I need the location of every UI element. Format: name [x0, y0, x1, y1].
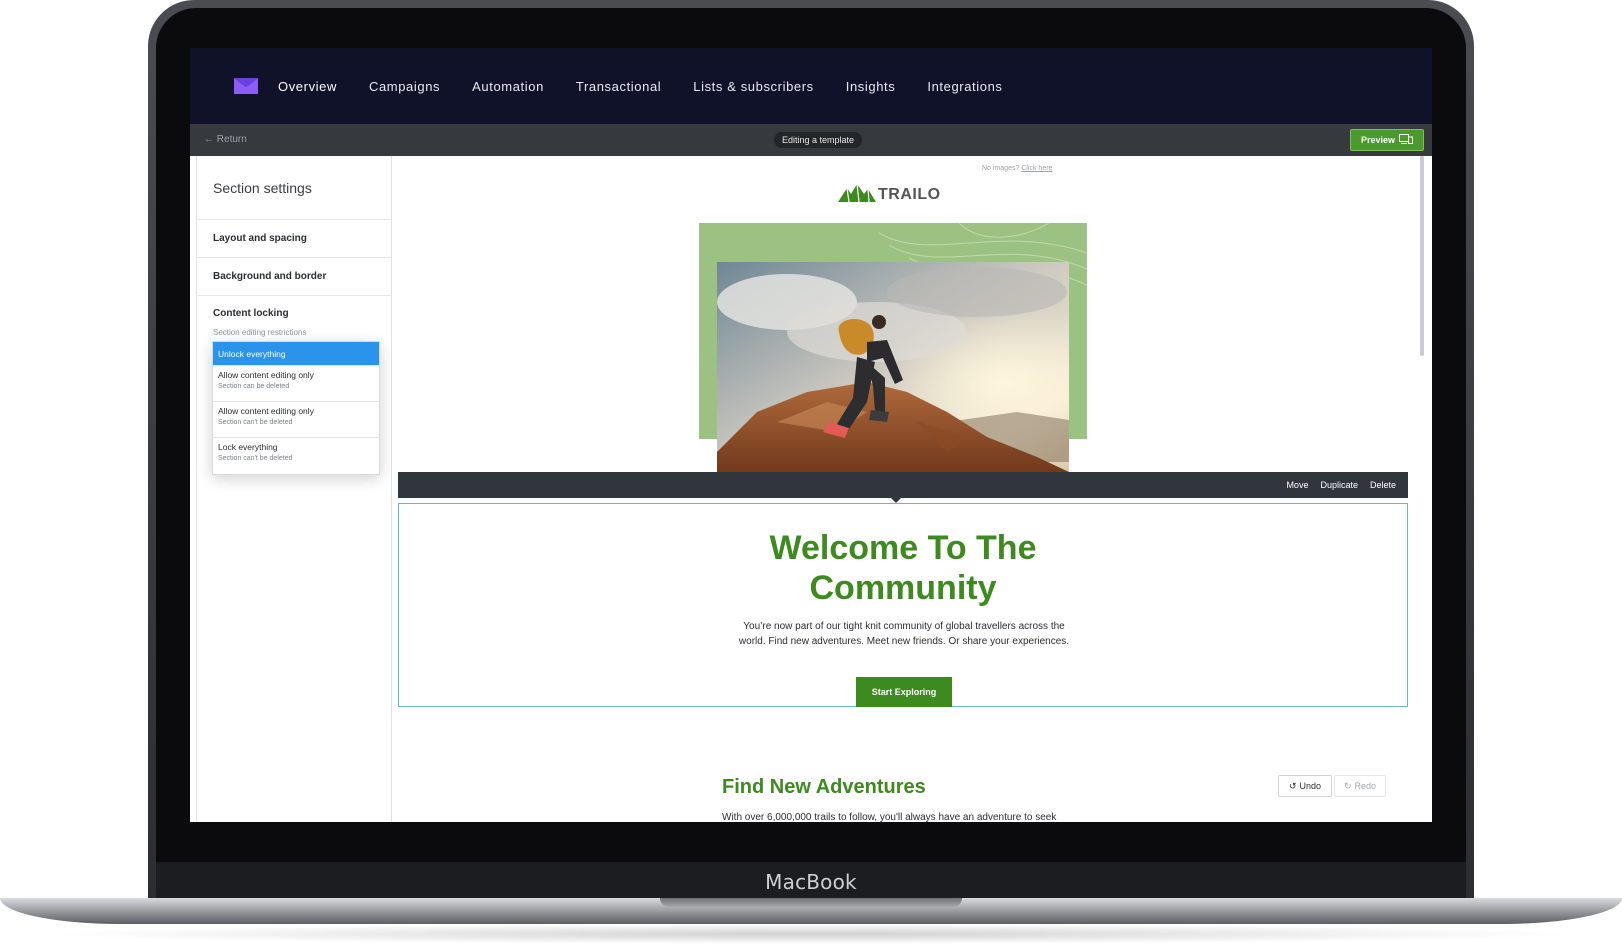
option-sub: Section can be deleted: [218, 383, 290, 390]
content-locking-section: Content locking Section editing restrict…: [197, 296, 391, 475]
option-label: Allow content editing only: [218, 370, 314, 380]
nav-automation[interactable]: Automation: [472, 79, 544, 94]
adventures-text: With over 6,000,000 trails to follow, yo…: [722, 812, 1057, 822]
return-link[interactable]: ← Return: [204, 124, 247, 156]
intro-paragraph: You’re now part of our tight knit commun…: [714, 619, 1094, 649]
nav-lists-subscribers[interactable]: Lists & subscribers: [693, 79, 814, 94]
app-screen: Overview Campaigns Automation Transactio…: [190, 48, 1432, 822]
panel-title: Section settings: [197, 156, 391, 220]
option-label: Unlock everything: [218, 349, 286, 359]
option-unlock-everything[interactable]: Unlock everything: [213, 342, 379, 366]
editing-status-pill: Editing a template: [774, 132, 863, 148]
option-allow-editing-not-deletable[interactable]: Allow content editing only Section can't…: [213, 402, 379, 438]
editor-subbar: ← Return Editing a template Preview: [190, 124, 1432, 156]
nav-insights[interactable]: Insights: [846, 79, 896, 94]
trailo-logo: TRAILO: [838, 182, 941, 207]
arrow-left-icon: ←: [204, 134, 214, 145]
macbook-frame: MacBook Overview Campaigns Automation Tr…: [0, 0, 1622, 952]
intro-line-1: You’re now part of our tight knit commun…: [743, 621, 1065, 632]
nav-overview[interactable]: Overview: [278, 79, 337, 94]
laptop-notch: [660, 898, 962, 907]
preview-button[interactable]: Preview: [1350, 129, 1424, 151]
envelope-logo-icon[interactable]: [234, 78, 258, 94]
option-sub: Section can't be deleted: [218, 419, 293, 426]
redo-icon: ↻: [1343, 780, 1352, 791]
laptop-shadow: [40, 924, 1582, 944]
top-navigation: Overview Campaigns Automation Transactio…: [190, 48, 1432, 124]
move-button[interactable]: Move: [1286, 480, 1308, 490]
adventures-heading: Find New Adventures: [722, 776, 926, 798]
start-exploring-button[interactable]: Start Exploring: [856, 677, 952, 707]
mountain-logo-icon: [838, 182, 876, 207]
nav-campaigns[interactable]: Campaigns: [369, 79, 440, 94]
brand-name: TRAILO: [878, 185, 941, 203]
locking-dropdown: Unlock everything Allow content editing …: [212, 341, 380, 475]
section-settings-panel: Section settings Layout and spacing Back…: [196, 156, 392, 822]
delete-button[interactable]: Delete: [1370, 480, 1396, 490]
nav-integrations[interactable]: Integrations: [927, 79, 1002, 94]
canvas-scrollbar[interactable]: [1420, 156, 1424, 356]
welcome-title-text: Welcome To The Community: [769, 529, 1037, 607]
background-border-section[interactable]: Background and border: [197, 258, 391, 296]
option-lock-everything[interactable]: Lock everything Section can't be deleted: [213, 438, 379, 474]
redo-button[interactable]: ↻ Redo: [1334, 775, 1386, 797]
layout-spacing-section[interactable]: Layout and spacing: [197, 220, 391, 258]
option-label: Allow content editing only: [218, 406, 314, 416]
nav-transactional[interactable]: Transactional: [576, 79, 661, 94]
redo-label: Redo: [1354, 781, 1377, 791]
device-brand-label: MacBook: [765, 870, 857, 894]
welcome-title: Welcome To The Community: [399, 528, 1407, 608]
undo-button[interactable]: ↺ Undo: [1278, 775, 1332, 797]
option-label: Lock everything: [218, 442, 278, 452]
section-toolbar: Move Duplicate Delete: [398, 472, 1408, 498]
option-sub: Section can't be deleted: [218, 455, 293, 462]
undo-icon: ↺: [1288, 780, 1297, 791]
hiker-hero-image[interactable]: [717, 262, 1069, 482]
no-images-text: No images?: [982, 165, 1020, 172]
devices-icon: [1399, 134, 1414, 146]
duplicate-button[interactable]: Duplicate: [1320, 480, 1358, 490]
content-locking-heading: Content locking: [213, 308, 289, 319]
click-here-link[interactable]: Click here: [1021, 165, 1052, 172]
undo-label: Undo: [1299, 781, 1322, 791]
return-label: Return: [216, 134, 247, 145]
preview-label: Preview: [1360, 135, 1396, 145]
email-canvas[interactable]: No images? Click here TRAILO Move Duplic…: [392, 156, 1432, 822]
content-locking-subheading: Section editing restrictions: [213, 328, 307, 337]
intro-line-2: world. Find new adventures. Meet new fri…: [738, 636, 1070, 647]
no-images-notice: No images? Click here: [982, 165, 1052, 172]
selected-section[interactable]: Welcome To The Community You’re now part…: [398, 503, 1408, 707]
option-allow-editing-deletable[interactable]: Allow content editing only Section can b…: [213, 366, 379, 402]
